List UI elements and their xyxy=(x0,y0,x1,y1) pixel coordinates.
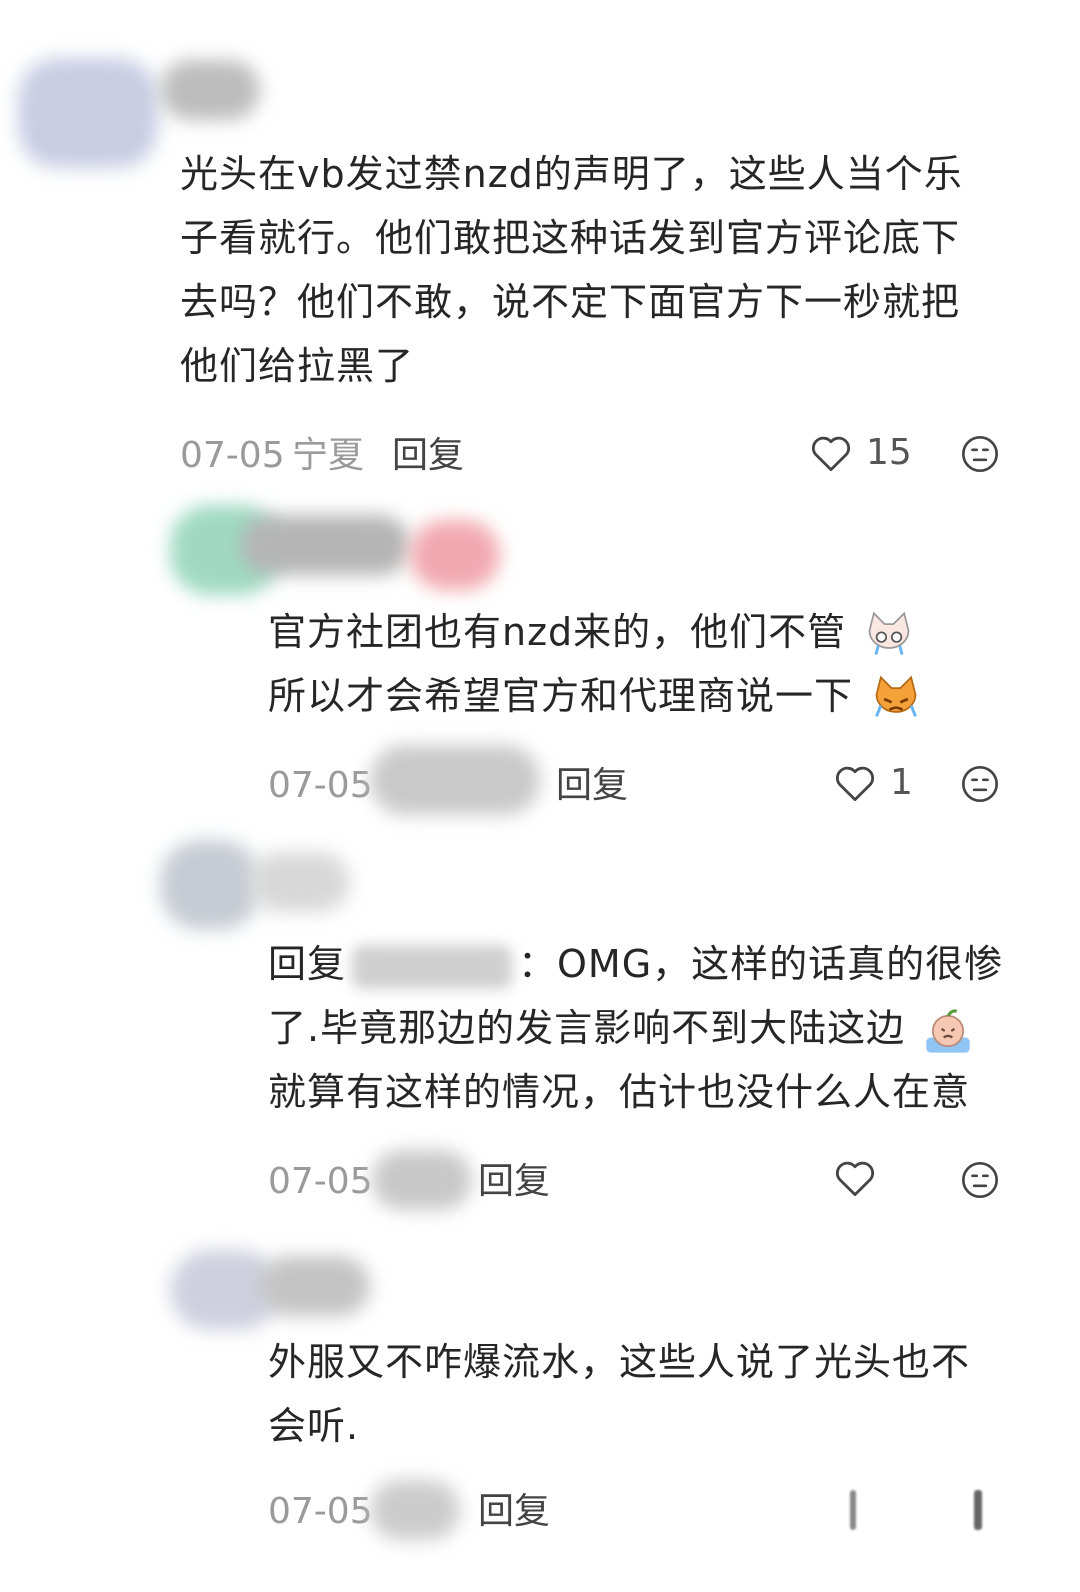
comment-date: 07-05 xyxy=(268,1161,373,1202)
username-blur xyxy=(370,1480,460,1540)
comment-location: 宁夏 xyxy=(292,435,365,476)
crying-cat-emoji xyxy=(868,611,910,655)
comment-date: 07-05 xyxy=(268,765,373,806)
dislike-face-icon[interactable] xyxy=(960,1160,1000,1200)
username-blur xyxy=(370,745,540,815)
mention-blur[interactable] xyxy=(352,944,513,989)
heart-icon xyxy=(836,1161,874,1197)
like-button[interactable] xyxy=(850,1490,856,1530)
username[interactable] xyxy=(260,1256,370,1316)
like-button[interactable] xyxy=(834,1158,876,1198)
avatar[interactable] xyxy=(18,58,158,168)
username-blur xyxy=(372,1150,472,1210)
reply-button[interactable]: 回复 xyxy=(556,764,628,808)
dislike-face-icon[interactable] xyxy=(960,434,1000,474)
avatar[interactable] xyxy=(160,840,260,930)
angry-cat-emoji xyxy=(875,675,918,717)
comment-text: 光头在vb发过禁nzd的声明了，这些人当个乐 子看就行。他们敢把这种话发到官方评… xyxy=(180,152,963,388)
username[interactable] xyxy=(240,515,410,575)
like-count: 1 xyxy=(890,762,913,803)
badge xyxy=(410,520,500,590)
crying-peach-emoji xyxy=(926,1008,970,1053)
reply-button[interactable]: 回复 xyxy=(392,434,464,478)
dislike-face-icon[interactable] xyxy=(974,1490,982,1530)
comment-date: 07-05 xyxy=(268,1491,373,1532)
comment-text: 外服又不咋爆流水，这些人说了光头也不 会听. xyxy=(268,1340,971,1448)
reply-prefix: 回复 xyxy=(268,942,347,986)
like-button[interactable]: 1 xyxy=(834,762,913,803)
comment-text: 回复 ：OMG，这样的话真的很惨 了.毕竟那边的发言影响不到大陆这边 就算有这样的… xyxy=(268,942,1004,1114)
like-button[interactable]: 15 xyxy=(810,432,912,473)
like-count: 15 xyxy=(866,432,912,473)
username[interactable] xyxy=(160,60,260,120)
heart-icon xyxy=(836,766,874,801)
reply-button[interactable]: 回复 xyxy=(478,1160,550,1204)
username[interactable] xyxy=(250,852,350,912)
comment-date: 07-05 xyxy=(180,435,285,476)
dislike-face-icon[interactable] xyxy=(960,764,1000,804)
comment-text: 官方社团也有nzd来的，他们不管 所以才会希望官方和代理商说一下 xyxy=(268,600,1028,728)
reply-button[interactable]: 回复 xyxy=(478,1490,550,1534)
heart-icon xyxy=(812,436,850,471)
